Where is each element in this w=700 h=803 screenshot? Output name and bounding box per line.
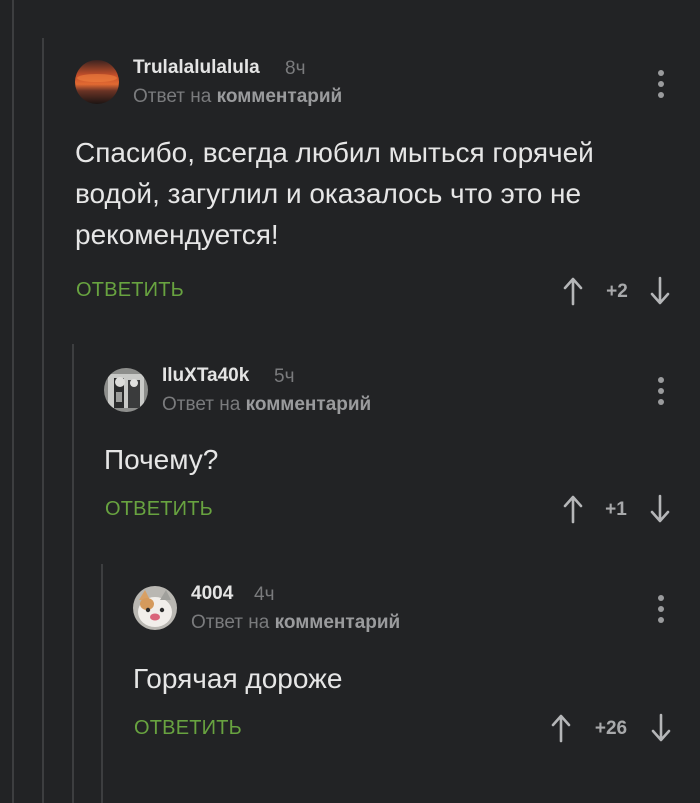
more-vertical-icon[interactable] — [657, 595, 665, 623]
arrow-up-icon[interactable] — [562, 494, 584, 524]
arrow-up-icon[interactable] — [562, 276, 584, 306]
thread-line-level-2 — [42, 38, 44, 803]
comment-text: Почему? — [104, 444, 219, 475]
arrow-down-icon[interactable] — [650, 713, 672, 743]
vote-score: +1 — [605, 499, 627, 520]
vote-controls: +26 — [550, 713, 674, 747]
reply-button[interactable]: ОТВЕТИТЬ — [76, 279, 184, 302]
reply-to-prefix: Ответ на — [191, 612, 270, 633]
vote-controls: +2 — [562, 276, 672, 310]
comment-time: 5ч — [274, 366, 295, 387]
more-vertical-icon[interactable] — [657, 70, 665, 98]
avatar[interactable] — [104, 368, 148, 412]
thread-line-level-4 — [101, 564, 103, 803]
avatar[interactable] — [75, 60, 119, 104]
comment-time: 4ч — [254, 584, 275, 605]
arrow-up-icon[interactable] — [550, 713, 572, 743]
vote-controls: +1 — [562, 494, 672, 528]
more-vertical-icon[interactable] — [657, 377, 665, 405]
avatar[interactable] — [133, 586, 177, 630]
reply-to-line: Ответ на комментарий — [191, 612, 400, 634]
reply-to-prefix: Ответ на — [162, 394, 241, 415]
vote-score: +2 — [606, 281, 628, 302]
comment-time: 8ч — [285, 58, 306, 79]
reply-button[interactable]: ОТВЕТИТЬ — [134, 717, 242, 740]
comment-header: IluXTa40k 5ч Ответ на комментарий — [104, 360, 684, 420]
author-name[interactable]: Trulalalulalula — [133, 57, 260, 79]
thread-line-level-3 — [72, 344, 74, 803]
comment-header: Trulalalulalula 8ч Ответ на комментарий — [75, 52, 685, 112]
comment-1: Trulalalulalula 8ч Ответ на комментарий … — [75, 52, 695, 312]
comment-text: Горячая дороже — [133, 663, 343, 694]
author-name[interactable]: 4004 — [191, 583, 233, 605]
thread-line-level-1 — [12, 0, 14, 803]
reply-button[interactable]: ОТВЕТИТЬ — [105, 498, 213, 521]
comment-header: 4004 4ч Ответ на комментарий — [133, 578, 683, 638]
comment-3: 4004 4ч Ответ на комментарий Горячая дор… — [133, 578, 693, 748]
reply-to-link[interactable]: комментарий — [246, 394, 372, 415]
vote-score: +26 — [594, 718, 628, 739]
comment-2: IluXTa40k 5ч Ответ на комментарий Почему… — [104, 360, 694, 530]
arrow-down-icon[interactable] — [649, 276, 671, 306]
reply-to-link[interactable]: комментарий — [217, 86, 343, 107]
author-name[interactable]: IluXTa40k — [162, 365, 249, 387]
reply-to-line: Ответ на комментарий — [162, 394, 371, 416]
reply-to-line: Ответ на комментарий — [133, 86, 342, 108]
comment-text: Спасибо, всегда любил мыться горячей вод… — [75, 137, 594, 250]
reply-to-link[interactable]: комментарий — [275, 612, 401, 633]
reply-to-prefix: Ответ на — [133, 86, 212, 107]
arrow-down-icon[interactable] — [649, 494, 671, 524]
